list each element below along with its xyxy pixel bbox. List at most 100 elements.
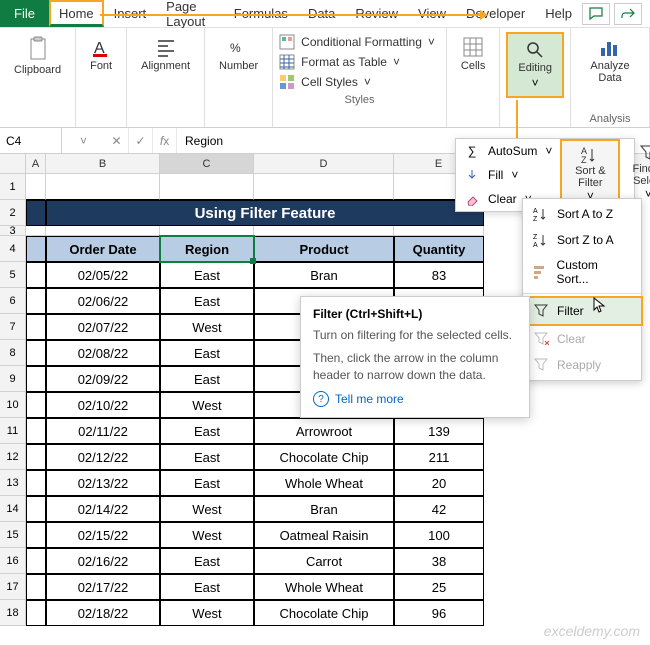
fx-icon[interactable]: fx — [153, 128, 177, 153]
col-header-b[interactable]: B — [46, 154, 160, 174]
col-header-a[interactable]: A — [26, 154, 46, 174]
cell[interactable]: Carrot — [254, 548, 394, 574]
cell[interactable] — [26, 174, 46, 200]
row-header[interactable]: 12 — [0, 444, 26, 470]
cell[interactable]: Whole Wheat — [254, 470, 394, 496]
cell[interactable]: 02/08/22 — [46, 340, 160, 366]
row-header[interactable]: 3 — [0, 226, 26, 236]
sheet-title[interactable]: Using Filter Feature — [46, 200, 484, 226]
cell[interactable] — [26, 418, 46, 444]
cell[interactable] — [46, 174, 160, 200]
cell[interactable]: 02/15/22 — [46, 522, 160, 548]
cell[interactable]: 100 — [394, 522, 484, 548]
cells-button[interactable]: Cells — [453, 32, 493, 76]
row-header[interactable]: 16 — [0, 548, 26, 574]
cell[interactable]: 20 — [394, 470, 484, 496]
tell-me-more-link[interactable]: Tell me more — [313, 391, 517, 407]
tab-file[interactable]: File — [0, 0, 49, 27]
cell[interactable]: 02/16/22 — [46, 548, 160, 574]
row-header[interactable]: 11 — [0, 418, 26, 444]
editing-button[interactable]: Editing ˅ — [506, 32, 564, 98]
row-header[interactable]: 18 — [0, 600, 26, 626]
cell[interactable] — [26, 574, 46, 600]
row-header[interactable]: 10 — [0, 392, 26, 418]
sort-z-to-a-button[interactable]: ZA Sort Z to A — [523, 227, 641, 253]
cell[interactable]: West — [160, 314, 254, 340]
cell[interactable]: 02/05/22 — [46, 262, 160, 288]
cell[interactable]: 02/11/22 — [46, 418, 160, 444]
cell[interactable]: East — [160, 444, 254, 470]
cell[interactable]: Whole Wheat — [254, 574, 394, 600]
cell[interactable]: East — [160, 366, 254, 392]
cell[interactable]: West — [160, 392, 254, 418]
cell[interactable]: 02/07/22 — [46, 314, 160, 340]
comments-icon[interactable] — [582, 3, 610, 25]
cell[interactable] — [26, 340, 46, 366]
cell[interactable] — [26, 262, 46, 288]
cell[interactable]: West — [160, 496, 254, 522]
cell[interactable]: Order Date — [46, 236, 160, 262]
col-header-c[interactable]: C — [160, 154, 254, 174]
conditional-formatting-button[interactable]: Conditional Formatting˅ — [279, 32, 440, 52]
analyze-data-button[interactable]: Analyze Data — [577, 32, 643, 88]
cell[interactable]: 02/17/22 — [46, 574, 160, 600]
row-header[interactable]: 17 — [0, 574, 26, 600]
cell[interactable]: 02/09/22 — [46, 366, 160, 392]
cell[interactable]: 96 — [394, 600, 484, 626]
share-icon[interactable] — [614, 3, 642, 25]
row-header[interactable]: 2 — [0, 200, 26, 226]
cell[interactable]: Oatmeal Raisin — [254, 522, 394, 548]
cell[interactable]: Bran — [254, 496, 394, 522]
cell[interactable] — [26, 236, 46, 262]
cell[interactable]: 02/06/22 — [46, 288, 160, 314]
cell[interactable]: 02/10/22 — [46, 392, 160, 418]
format-as-table-button[interactable]: Format as Table˅ — [279, 52, 440, 72]
row-header[interactable]: 1 — [0, 174, 26, 200]
cell[interactable]: Chocolate Chip — [254, 600, 394, 626]
name-box-dropdown-icon[interactable]: ˅ — [62, 134, 105, 148]
cell[interactable]: 02/12/22 — [46, 444, 160, 470]
sort-a-to-z-button[interactable]: AZ Sort A to Z — [523, 201, 641, 227]
cell[interactable] — [26, 444, 46, 470]
row-header[interactable]: 6 — [0, 288, 26, 314]
cell[interactable] — [26, 600, 46, 626]
cell[interactable] — [26, 366, 46, 392]
cell[interactable]: 42 — [394, 496, 484, 522]
cell[interactable]: 02/18/22 — [46, 600, 160, 626]
row-header[interactable]: 9 — [0, 366, 26, 392]
cell[interactable] — [26, 200, 46, 226]
col-header-d[interactable]: D — [254, 154, 394, 174]
cell[interactable]: East — [160, 470, 254, 496]
row-header[interactable]: 7 — [0, 314, 26, 340]
cell[interactable]: 211 — [394, 444, 484, 470]
cell[interactable]: 83 — [394, 262, 484, 288]
cell[interactable]: 38 — [394, 548, 484, 574]
cell[interactable]: 139 — [394, 418, 484, 444]
filter-button[interactable]: Filter — [521, 296, 643, 326]
cell[interactable]: West — [160, 522, 254, 548]
cell[interactable] — [26, 288, 46, 314]
cell[interactable] — [254, 226, 394, 236]
cell[interactable]: Region — [160, 236, 254, 262]
name-box[interactable]: C4 — [0, 128, 62, 153]
cell[interactable] — [26, 548, 46, 574]
cell-styles-button[interactable]: Cell Styles˅ — [279, 72, 440, 92]
cell[interactable] — [26, 522, 46, 548]
cancel-icon[interactable]: ✕ — [105, 128, 129, 153]
cell[interactable] — [26, 470, 46, 496]
clipboard-button[interactable]: Clipboard — [6, 32, 69, 80]
custom-sort-button[interactable]: Custom Sort... — [523, 253, 641, 291]
cell[interactable] — [26, 392, 46, 418]
cell[interactable]: East — [160, 262, 254, 288]
autosum-button[interactable]: ∑ AutoSum˅ — [456, 139, 560, 163]
row-header[interactable]: 14 — [0, 496, 26, 522]
cell[interactable]: Chocolate Chip — [254, 444, 394, 470]
cell[interactable] — [160, 226, 254, 236]
tab-help[interactable]: Help — [535, 0, 582, 27]
enter-icon[interactable]: ✓ — [129, 128, 153, 153]
cell[interactable]: Arrowroot — [254, 418, 394, 444]
cell[interactable]: East — [160, 340, 254, 366]
cell[interactable]: 02/13/22 — [46, 470, 160, 496]
fill-button[interactable]: Fill˅ — [456, 163, 560, 187]
cell[interactable] — [26, 314, 46, 340]
